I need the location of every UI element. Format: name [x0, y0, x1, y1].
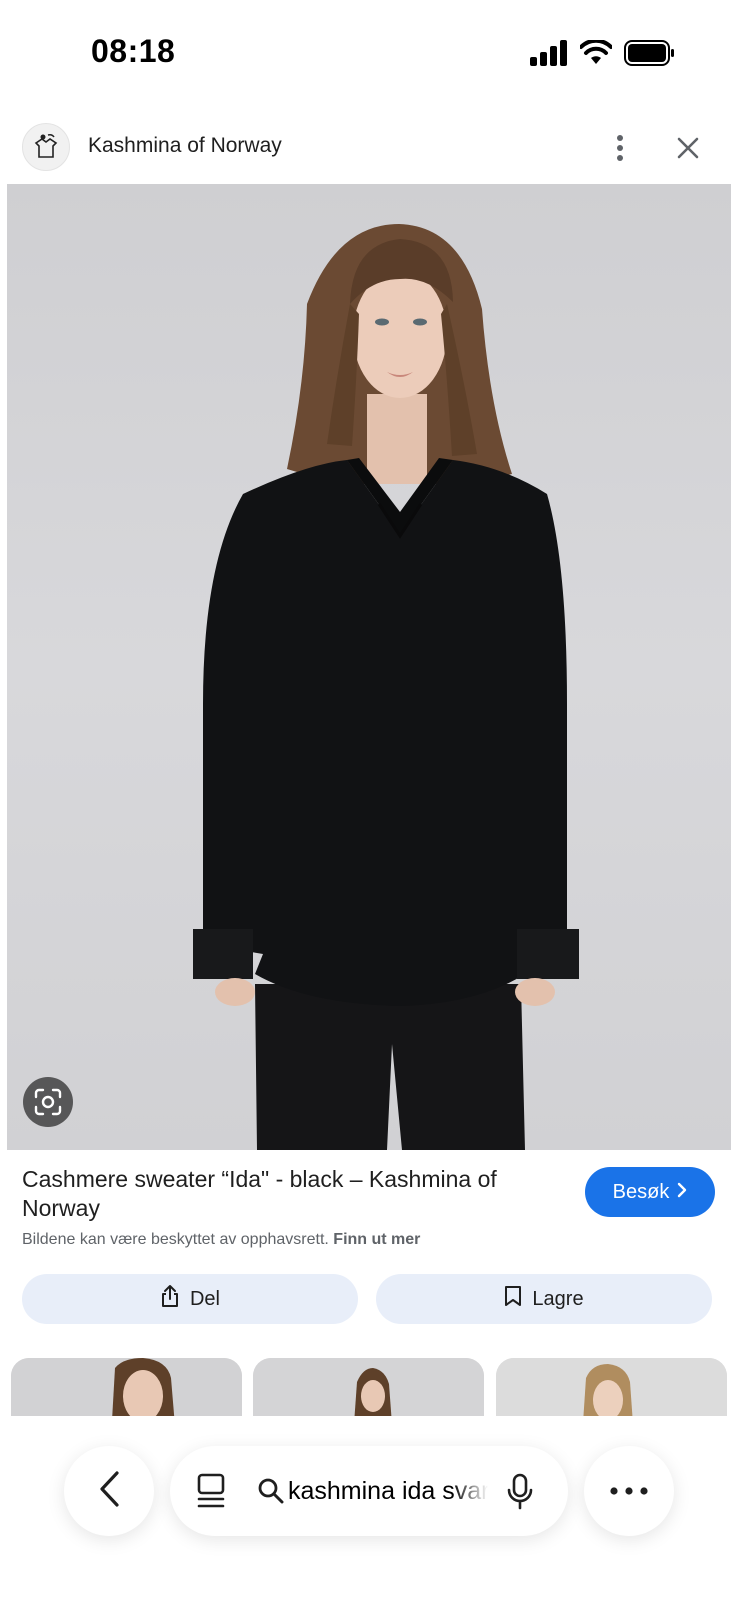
site-name[interactable]: Kashmina of Norway [88, 134, 282, 158]
site-logo-icon[interactable] [22, 123, 70, 171]
wifi-icon [579, 38, 613, 71]
bookmark-icon [504, 1285, 522, 1313]
more-horiz-icon [610, 1482, 648, 1500]
more-options-button[interactable] [584, 1446, 674, 1536]
more-vert-icon[interactable] [604, 128, 636, 168]
search-input[interactable] [288, 1470, 488, 1512]
related-thumbnail[interactable] [496, 1358, 727, 1416]
status-time: 08:18 [91, 33, 176, 69]
save-button[interactable]: Lagre [376, 1274, 712, 1324]
tabs-icon[interactable] [196, 1473, 226, 1514]
share-label: Del [189, 1287, 220, 1310]
model-photo [193, 224, 579, 1150]
back-button[interactable] [64, 1446, 154, 1536]
share-button[interactable]: Del [22, 1274, 358, 1324]
visit-label: Besøk [612, 1180, 670, 1203]
copyright-text: Bildene kan være beskyttet av opphavsret… [22, 1231, 329, 1248]
back-chevron-icon [98, 1470, 120, 1513]
mic-icon[interactable] [507, 1473, 533, 1516]
related-images [0, 1358, 738, 1416]
product-image[interactable] [7, 184, 731, 1150]
search-bar[interactable] [170, 1446, 568, 1536]
related-thumbnail[interactable] [253, 1358, 484, 1416]
battery-icon [624, 40, 676, 71]
learn-more-link[interactable]: Finn ut mer [333, 1231, 420, 1248]
lens-icon[interactable] [23, 1077, 73, 1127]
search-icon [258, 1478, 284, 1509]
product-title[interactable]: Cashmere sweater “Ida" - black – Kashmin… [22, 1165, 562, 1223]
chevron-right-icon [677, 1181, 687, 1204]
copyright-notice: Bildene kan være beskyttet av opphavsret… [22, 1231, 420, 1249]
close-icon[interactable] [670, 128, 706, 168]
status-icons [530, 38, 676, 71]
share-icon [160, 1284, 180, 1314]
status-bar: 08:18 [0, 0, 738, 110]
related-thumbnail[interactable] [11, 1358, 242, 1416]
bottom-toolbar [0, 1416, 738, 1600]
result-header: Kashmina of Norway [0, 110, 738, 184]
visit-button[interactable]: Besøk [585, 1167, 715, 1217]
save-label: Lagre [532, 1287, 584, 1310]
cellular-signal-icon [530, 40, 568, 71]
